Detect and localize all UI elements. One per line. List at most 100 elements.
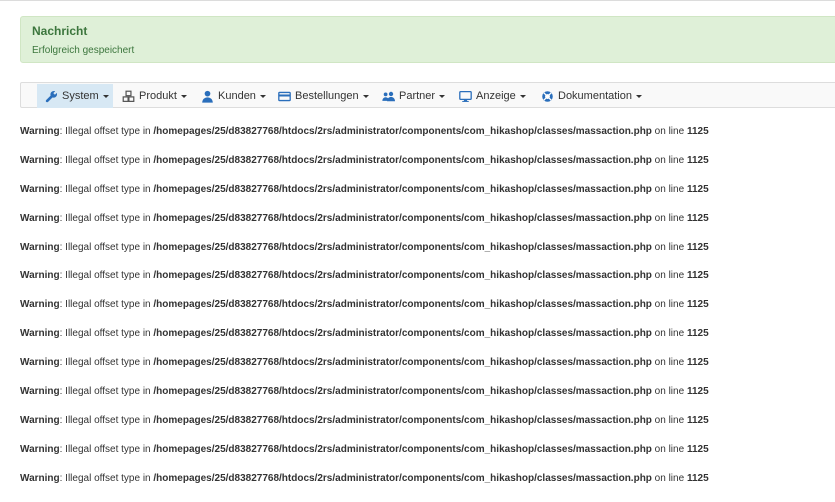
warning-file-path: /homepages/25/d83827768/htdocs/2rs/admin… xyxy=(153,154,652,166)
warning-line: Warning: Illegal offset type in /homepag… xyxy=(20,184,835,213)
warning-line-number: 1125 xyxy=(686,126,709,137)
warning-line-text: on line xyxy=(651,212,687,224)
warning-line: Warning: Illegal offset type in /homepag… xyxy=(20,126,835,155)
warning-file-path: /homepages/25/d83827768/htdocs/2rs/admin… xyxy=(153,212,652,224)
help-circle-icon xyxy=(541,90,554,103)
warning-label: Warning xyxy=(20,386,60,398)
warning-line-text: on line xyxy=(651,443,687,455)
warning-line-number: 1125 xyxy=(686,241,709,253)
warning-line-text: on line xyxy=(651,154,687,166)
chevron-down-icon xyxy=(439,94,446,98)
warning-file-path: /homepages/25/d83827768/htdocs/2rs/admin… xyxy=(153,443,652,455)
warning-line: Warning: Illegal offset type in /homepag… xyxy=(20,213,835,242)
warning-label: Warning xyxy=(20,299,60,311)
warning-line-text: on line xyxy=(651,328,687,340)
warning-file-path: /homepages/25/d83827768/htdocs/2rs/admin… xyxy=(153,328,652,340)
warning-list: Warning: Illegal offset type in /homepag… xyxy=(20,126,835,502)
chevron-down-icon xyxy=(259,94,266,98)
warning-file-path: /homepages/25/d83827768/htdocs/2rs/admin… xyxy=(153,126,652,137)
wrench-icon xyxy=(45,90,58,103)
warning-line-number: 1125 xyxy=(686,212,709,224)
chevron-down-icon xyxy=(636,94,642,98)
warning-line: Warning: Illegal offset type in /homepag… xyxy=(20,415,835,444)
warning-line-number: 1125 xyxy=(686,328,709,340)
warning-file-path: /homepages/25/d83827768/htdocs/2rs/admin… xyxy=(153,414,652,426)
warning-message: : Illegal offset type in xyxy=(59,328,154,340)
warning-line-number: 1125 xyxy=(686,386,709,398)
warning-line-text: on line xyxy=(651,299,687,311)
warning-line-text: on line xyxy=(651,472,687,484)
warning-line: Warning: Illegal offset type in /homepag… xyxy=(20,155,835,184)
menu-anzeige[interactable]: Anzeige xyxy=(459,84,526,108)
warning-line: Warning: Illegal offset type in /homepag… xyxy=(20,328,835,357)
warning-line: Warning: Illegal offset type in /homepag… xyxy=(20,242,835,271)
warning-line: Warning: Illegal offset type in /homepag… xyxy=(20,444,835,473)
warning-file-path: /homepages/25/d83827768/htdocs/2rs/admin… xyxy=(153,270,652,282)
warning-file-path: /homepages/25/d83827768/htdocs/2rs/admin… xyxy=(153,357,652,369)
chevron-down-icon xyxy=(362,94,369,98)
menu-system-label: System xyxy=(62,90,99,102)
warning-message: : Illegal offset type in xyxy=(59,212,154,224)
menu-system[interactable]: System xyxy=(37,84,113,108)
warning-file-path: /homepages/25/d83827768/htdocs/2rs/admin… xyxy=(153,386,652,398)
warning-label: Warning xyxy=(20,357,60,369)
warning-label: Warning xyxy=(20,183,60,195)
menu-produkt-label: Produkt xyxy=(139,90,177,102)
cubes-icon xyxy=(122,90,135,103)
warning-line: Warning: Illegal offset type in /homepag… xyxy=(20,473,835,502)
warning-line-text: on line xyxy=(651,126,687,137)
alert-heading: Nachricht xyxy=(32,24,88,38)
warning-line-text: on line xyxy=(651,270,687,282)
warning-message: : Illegal offset type in xyxy=(59,386,154,398)
warning-line-number: 1125 xyxy=(686,414,709,426)
warning-message: : Illegal offset type in xyxy=(59,154,154,166)
warning-message: : Illegal offset type in xyxy=(59,241,154,253)
menu-kunden-label: Kunden xyxy=(218,90,256,102)
warning-message: : Illegal offset type in xyxy=(59,443,154,455)
menu-bestellungen-label: Bestellungen xyxy=(295,90,359,102)
menu-partner-label: Partner xyxy=(399,90,436,102)
warning-line-text: on line xyxy=(651,183,687,195)
chevron-down-icon xyxy=(519,94,526,98)
chevron-down-icon xyxy=(102,94,109,98)
warning-file-path: /homepages/25/d83827768/htdocs/2rs/admin… xyxy=(153,299,652,311)
warning-label: Warning xyxy=(20,154,60,166)
menu-produkt[interactable]: Produkt xyxy=(122,84,187,108)
user-icon xyxy=(201,90,214,103)
warning-label: Warning xyxy=(20,414,60,426)
monitor-icon xyxy=(459,90,472,103)
credit-card-icon xyxy=(278,90,291,103)
warning-file-path: /homepages/25/d83827768/htdocs/2rs/admin… xyxy=(153,241,652,253)
warning-line-number: 1125 xyxy=(686,154,709,166)
warning-line: Warning: Illegal offset type in /homepag… xyxy=(20,270,835,299)
menu-bestellungen[interactable]: Bestellungen xyxy=(278,84,369,108)
warning-line: Warning: Illegal offset type in /homepag… xyxy=(20,357,835,386)
chevron-down-icon xyxy=(180,94,187,98)
warning-line-number: 1125 xyxy=(686,299,709,311)
warning-label: Warning xyxy=(20,328,60,340)
warning-line-text: on line xyxy=(651,241,687,253)
main-menu-bar: System Produkt Kunden Bestellungen Partn… xyxy=(20,82,835,108)
menu-partner[interactable]: Partner xyxy=(382,84,446,108)
warning-label: Warning xyxy=(20,241,60,253)
warning-message: : Illegal offset type in xyxy=(59,357,154,369)
warning-line-number: 1125 xyxy=(686,443,709,455)
menu-dokumentation[interactable]: Dokumentation xyxy=(541,84,642,108)
warning-line-number: 1125 xyxy=(686,357,709,369)
warning-file-path: /homepages/25/d83827768/htdocs/2rs/admin… xyxy=(153,472,652,484)
warning-label: Warning xyxy=(20,472,60,484)
warning-label: Warning xyxy=(20,443,60,455)
menu-anzeige-label: Anzeige xyxy=(476,90,516,102)
warning-message: : Illegal offset type in xyxy=(59,299,154,311)
warning-message: : Illegal offset type in xyxy=(59,183,154,195)
warning-message: : Illegal offset type in xyxy=(59,414,154,426)
warning-line-number: 1125 xyxy=(686,270,709,282)
top-divider xyxy=(0,0,835,1)
warning-line-number: 1125 xyxy=(686,472,709,484)
warning-message: : Illegal offset type in xyxy=(59,126,154,137)
menu-dokumentation-label: Dokumentation xyxy=(558,90,632,102)
menu-kunden[interactable]: Kunden xyxy=(201,84,266,108)
warning-label: Warning xyxy=(20,126,60,137)
warning-file-path: /homepages/25/d83827768/htdocs/2rs/admin… xyxy=(153,183,652,195)
warning-line: Warning: Illegal offset type in /homepag… xyxy=(20,386,835,415)
